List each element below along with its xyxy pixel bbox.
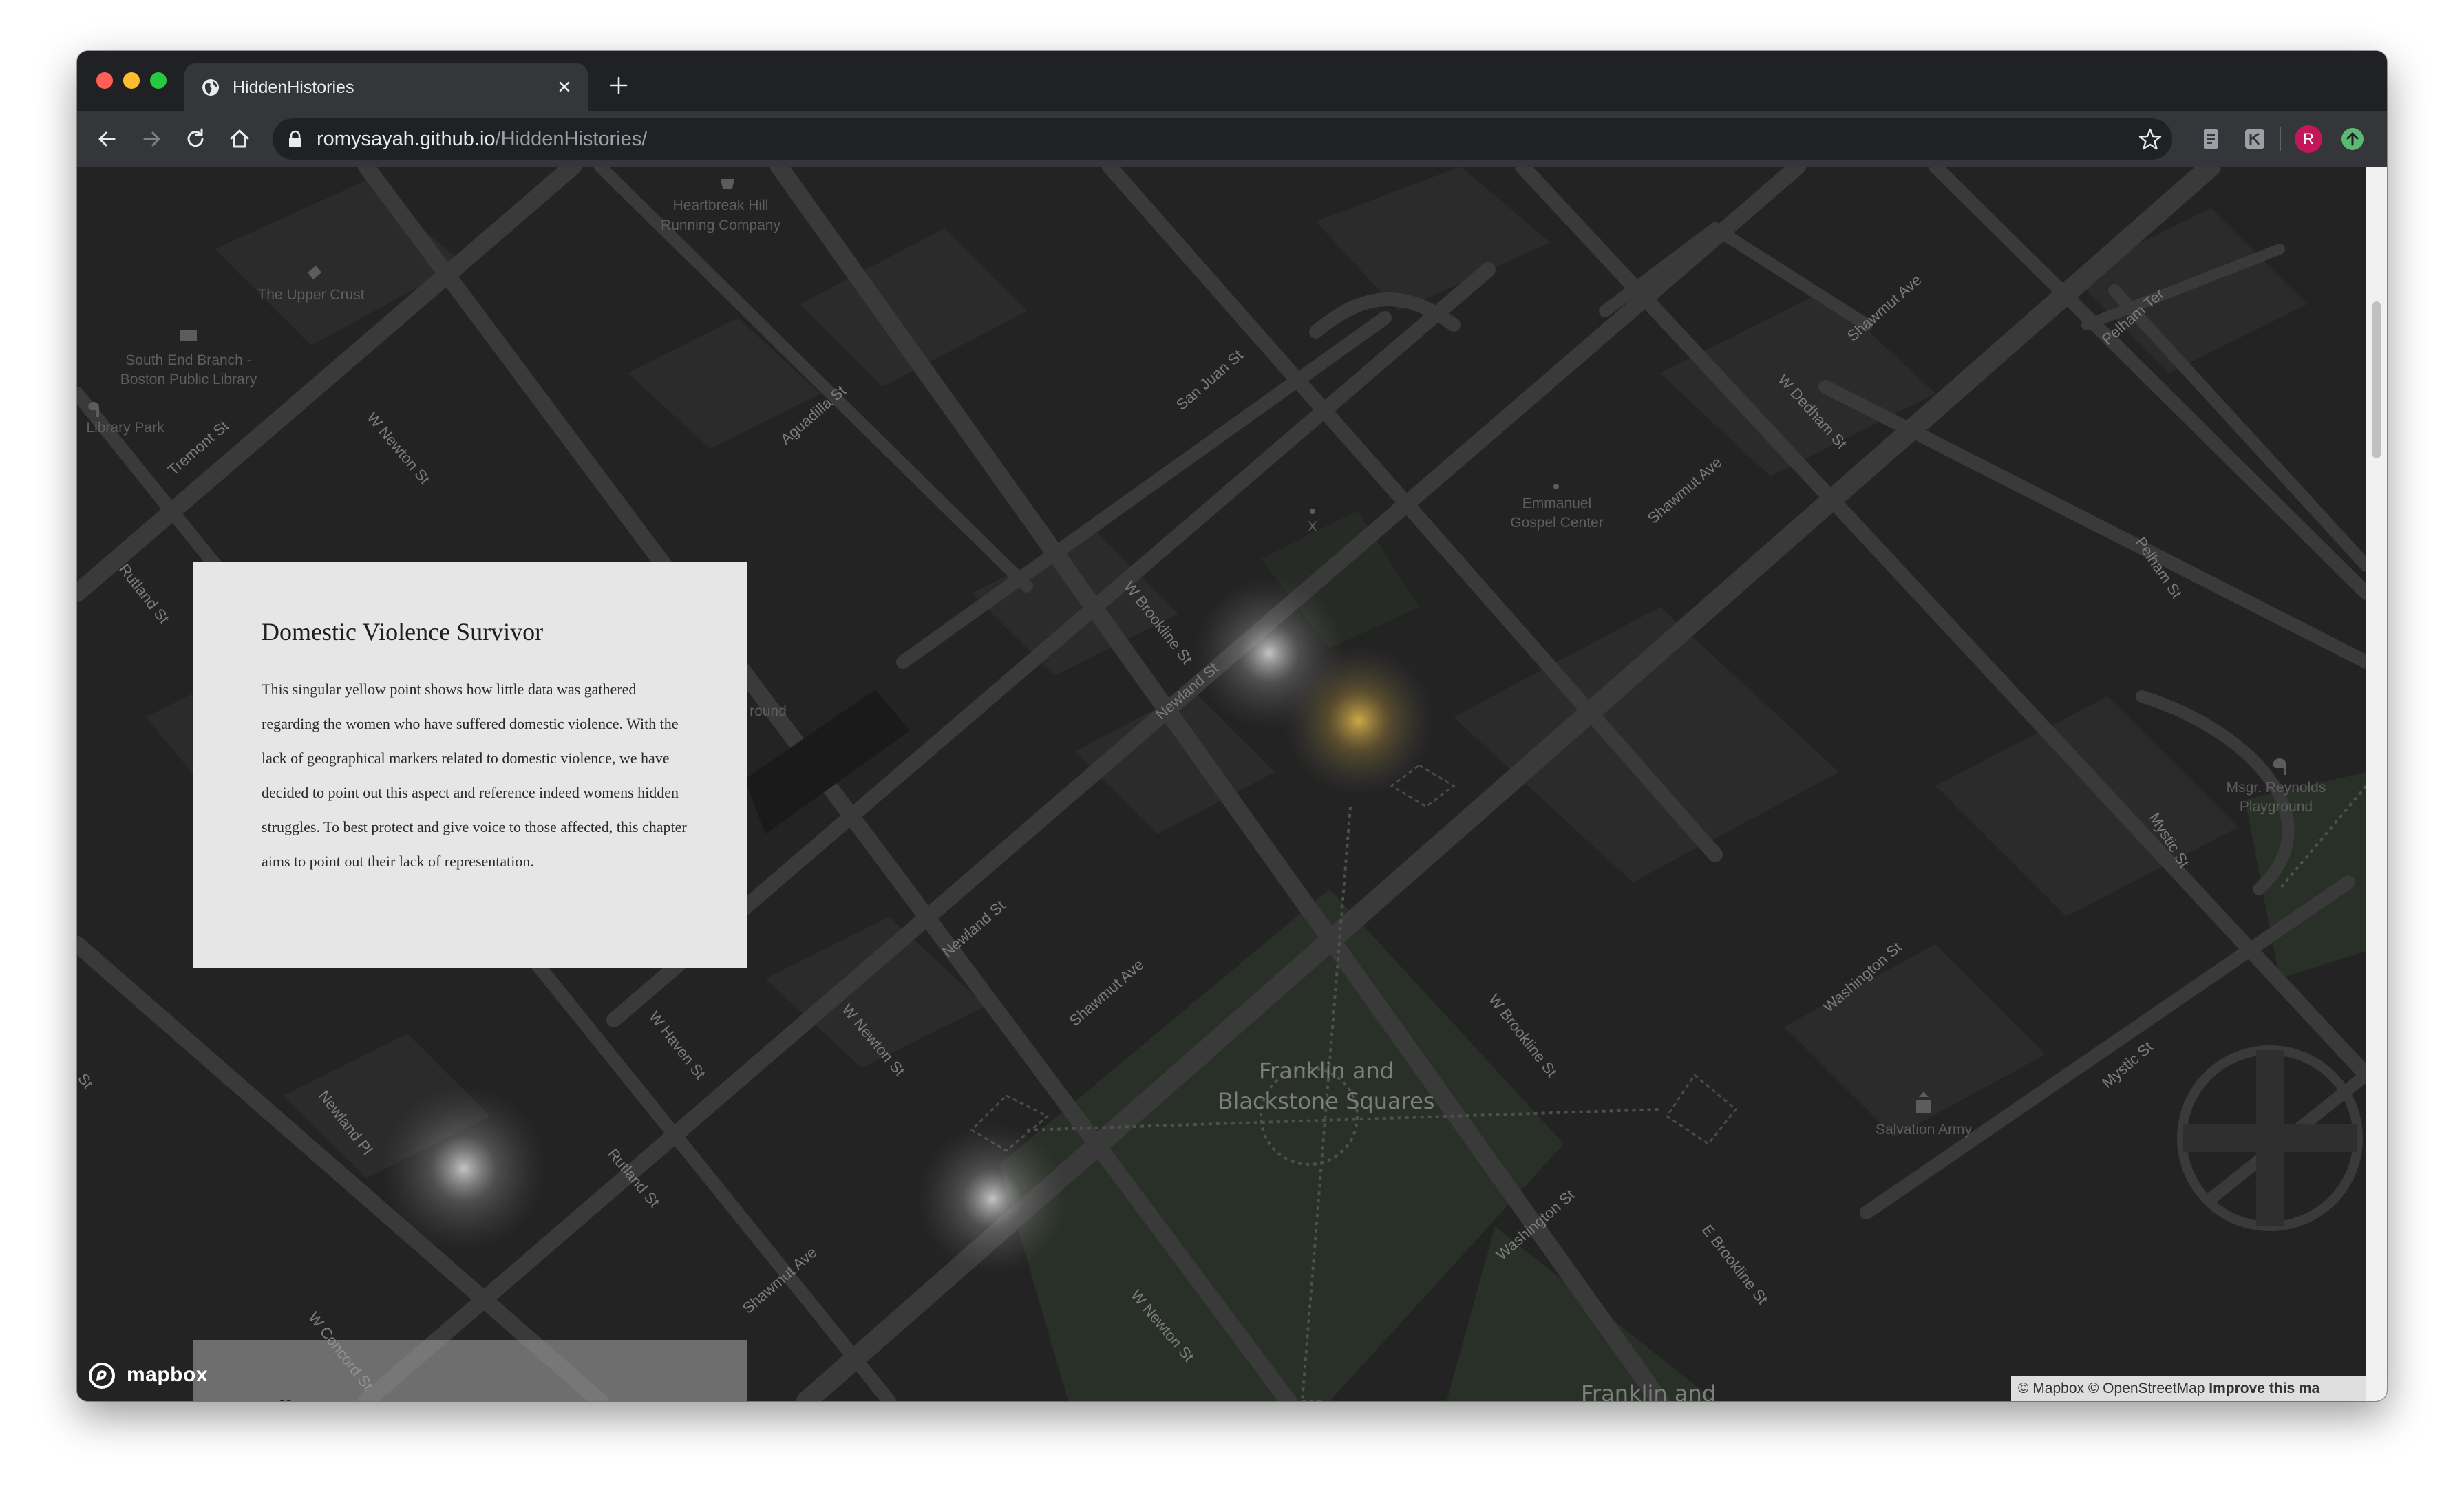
- new-tab-icon[interactable]: [607, 74, 630, 97]
- back-icon[interactable]: [94, 125, 121, 153]
- page-scrollbar[interactable]: [2366, 167, 2387, 1401]
- zoom-window-button[interactable]: [150, 72, 167, 89]
- tab-strip: HiddenHistories: [77, 51, 2387, 111]
- label-salvation-army: Salvation Army: [1876, 1122, 1973, 1138]
- url-path: /HiddenHistories/: [495, 128, 648, 150]
- browser-window: HiddenHistories romysayah.github.io/Hidd…: [77, 51, 2387, 1401]
- reload-icon[interactable]: [182, 125, 209, 153]
- label-round-fragment: round: [750, 703, 787, 719]
- data-point-white-2: [381, 1086, 546, 1251]
- label-heartbreak-2: Running Company: [661, 217, 780, 233]
- label-upper-crust: The Upper Crust: [257, 287, 364, 303]
- label-emmanuel-1: Emmanuel: [1522, 495, 1591, 511]
- forward-icon[interactable]: [138, 125, 165, 153]
- home-icon[interactable]: [226, 125, 253, 153]
- map-attribution: © Mapbox © OpenStreetMap Improve this ma: [2011, 1376, 2366, 1401]
- label-msgr-2: Playground: [2240, 799, 2313, 815]
- mapbox-logo-icon: [89, 1363, 115, 1389]
- improve-map-link[interactable]: Improve this ma: [2209, 1381, 2319, 1396]
- document-extension-icon[interactable]: [2197, 125, 2224, 153]
- label-x: X: [1308, 519, 1317, 535]
- toolbar: romysayah.github.io/HiddenHistories/ R: [77, 111, 2387, 167]
- toolbar-divider: [2280, 127, 2281, 151]
- label-franklin-2: Blackstone Squares: [1218, 1088, 1435, 1114]
- tab-hiddenhistories[interactable]: HiddenHistories: [184, 63, 588, 111]
- next-chapter-title: All Streets: [262, 1395, 367, 1401]
- attribution-mapbox-link[interactable]: © Mapbox: [2018, 1381, 2084, 1396]
- bookmark-star-icon[interactable]: [2138, 127, 2163, 151]
- label-library-park: Library Park: [86, 420, 164, 436]
- label-franklin-1: Franklin and: [1259, 1058, 1394, 1084]
- church-dot-icon: [1553, 484, 1559, 489]
- close-window-button[interactable]: [96, 72, 113, 89]
- label-msgr-1: Msgr. Reynolds: [2227, 780, 2326, 796]
- chapter-body: This singular yellow point shows how lit…: [262, 681, 687, 870]
- scrollbar-thumb[interactable]: [2372, 301, 2381, 458]
- address-bar[interactable]: romysayah.github.io/HiddenHistories/: [273, 118, 2172, 160]
- globe-icon: [202, 79, 219, 96]
- tab-title: HiddenHistories: [233, 78, 354, 97]
- label-library-1: South End Branch -: [125, 352, 251, 368]
- shop-icon: [721, 179, 734, 189]
- story-card-all-streets: All Streets: [193, 1340, 747, 1401]
- label-franklin-3: Franklin and: [1581, 1381, 1716, 1401]
- attribution-osm-link[interactable]: © OpenStreetMap: [2088, 1381, 2205, 1396]
- extension-icon[interactable]: [2241, 125, 2269, 153]
- label-heartbreak-1: Heartbreak Hill: [673, 198, 769, 213]
- url-host: romysayah.github.io: [317, 128, 496, 150]
- story-card-domestic-violence: Domestic Violence Survivor This singular…: [193, 562, 747, 968]
- lock-icon[interactable]: [288, 130, 303, 148]
- data-point-yellow: [1283, 645, 1434, 796]
- url-text[interactable]: romysayah.github.io/HiddenHistories/: [317, 128, 647, 150]
- label-library-2: Boston Public Library: [120, 372, 257, 387]
- minimize-window-button[interactable]: [123, 72, 140, 89]
- library-icon: [180, 330, 197, 341]
- mapbox-logo-text: mapbox: [127, 1363, 209, 1386]
- label-emmanuel-2: Gospel Center: [1510, 515, 1603, 531]
- x-dot-icon: [1310, 509, 1315, 514]
- close-tab-icon[interactable]: [553, 76, 575, 98]
- profile-avatar[interactable]: R: [2295, 125, 2322, 153]
- data-point-white-3: [917, 1123, 1068, 1275]
- chapter-title: Domestic Violence Survivor: [262, 618, 544, 646]
- update-icon[interactable]: [2339, 125, 2366, 153]
- page-viewport: Shawmut Ave Shawmut Ave Shawmut Ave Shaw…: [77, 167, 2387, 1401]
